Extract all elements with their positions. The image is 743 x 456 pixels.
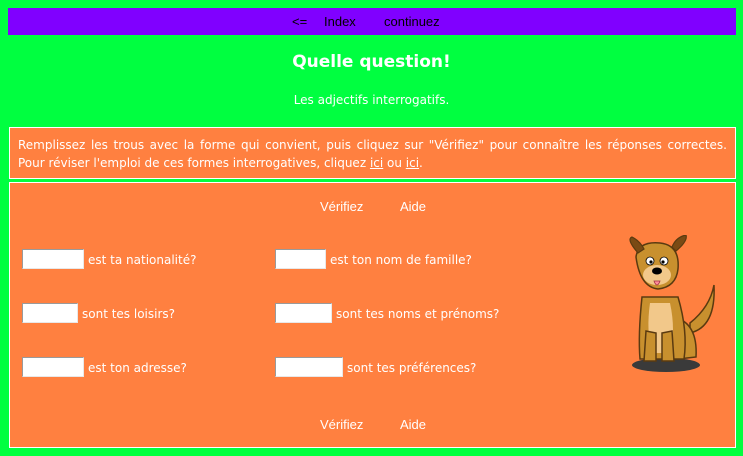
instructions-panel: Remplissez les trous avec la forme qui c…: [9, 127, 736, 179]
page-title: Quelle question!: [292, 52, 451, 72]
dog-illustration: [629, 235, 715, 372]
help-button-bottom[interactable]: Aide: [400, 417, 426, 432]
index-link[interactable]: Index: [324, 14, 356, 29]
question-text-3: sont tes loisirs?: [82, 307, 176, 321]
question-text-5: est ton adresse?: [88, 361, 187, 375]
check-button-bottom[interactable]: Vérifiez: [320, 417, 363, 432]
question-text-1: est ta nationalité?: [88, 253, 197, 267]
instructions-separator: ou: [383, 156, 406, 170]
back-link[interactable]: <=: [292, 14, 307, 29]
page-subtitle: Les adjectifs interrogatifs.: [293, 93, 450, 107]
review-link-2[interactable]: ici: [406, 156, 419, 170]
instructions-end: .: [419, 156, 423, 170]
answer-input-3[interactable]: [22, 303, 78, 323]
nav-bar: <= Index continuez: [8, 8, 736, 35]
help-button-top[interactable]: Aide: [400, 199, 426, 214]
answer-input-4[interactable]: [275, 303, 332, 323]
continue-link[interactable]: continuez: [384, 14, 440, 29]
question-text-6: sont tes préférences?: [347, 361, 477, 375]
answer-input-6[interactable]: [275, 357, 343, 377]
answer-input-5[interactable]: [22, 357, 84, 377]
question-text-2: est ton nom de famille?: [330, 253, 472, 267]
answer-input-1[interactable]: [22, 249, 84, 269]
question-text-4: sont tes noms et prénoms?: [336, 307, 500, 321]
review-link-1[interactable]: ici: [370, 156, 383, 170]
check-button-top[interactable]: Vérifiez: [320, 199, 363, 214]
exercise-panel: Vérifiez Aide est ta nationalité? est to…: [9, 182, 736, 448]
answer-input-2[interactable]: [275, 249, 326, 269]
